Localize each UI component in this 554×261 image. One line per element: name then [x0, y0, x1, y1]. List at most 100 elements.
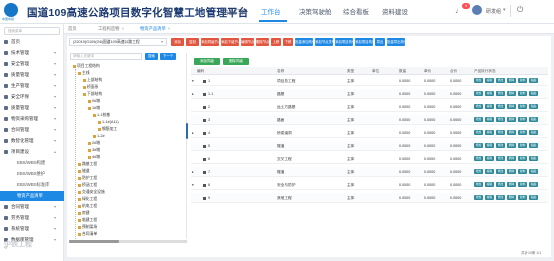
row-action-button[interactable]: 复制: [518, 117, 527, 122]
tree-node[interactable]: 房建: [78, 211, 90, 216]
sidebar-item-home[interactable]: 首页: [0, 37, 64, 47]
sidebar-item-material[interactable]: 物资采购管理 ▾: [0, 114, 64, 124]
row-action-button[interactable]: 删除: [507, 104, 516, 109]
pagination[interactable]: 共计10条 1/1: [521, 251, 541, 256]
row-action-button[interactable]: 修改: [496, 156, 505, 161]
row-action-button[interactable]: 修改: [496, 195, 505, 200]
row-action-button[interactable]: 修改: [496, 117, 505, 122]
row-action-button[interactable]: 粘贴: [529, 78, 538, 83]
tree-node[interactable]: 主线: [78, 71, 90, 76]
expand-toggle-icon[interactable]: ▸: [192, 91, 194, 97]
row-action-button[interactable]: 修改: [496, 169, 505, 174]
row-action-button[interactable]: 增加: [474, 182, 483, 187]
row-action-button[interactable]: 粘贴: [529, 169, 538, 174]
sidebar-item-contract2[interactable]: 合同管理 ▾: [0, 202, 64, 212]
row-action-button[interactable]: 增加: [474, 130, 483, 135]
row-action-button[interactable]: 编辑: [485, 143, 494, 148]
tree-node[interactable]: 隧道: [78, 169, 90, 174]
table-row[interactable]: 6 交叉工程 主体 0.0000 0.0000 0.0000 增加 编辑 修改 删除 复制 粘贴: [191, 154, 548, 164]
row-action-button[interactable]: 复制: [518, 130, 527, 135]
toolbar-button-1[interactable]: 复制: [186, 38, 199, 46]
tree-next-button[interactable]: 下一个: [160, 53, 176, 60]
sidebar-item-digital[interactable]: 数智化管理 ▾: [0, 136, 64, 146]
sidebar-item-quality[interactable]: 质量管理 ▾: [0, 70, 64, 80]
row-action-button[interactable]: 删除: [507, 78, 516, 83]
table-row[interactable]: ▸ 1.1 路基 主体 0.0000 0.0000 0.0000 增加 编辑 修改 删除 复制 粘贴: [191, 89, 548, 99]
row-action-button[interactable]: 删除: [507, 143, 516, 148]
toolbar-button-6[interactable]: 上移: [271, 38, 281, 46]
tree-node[interactable]: 3#墩: [88, 148, 100, 153]
sidebar-item-safety[interactable]: 安全管理 ▾: [0, 59, 64, 69]
row-action-button[interactable]: 增加: [474, 143, 483, 148]
toolbar-button-11[interactable]: 添加项目构件: [355, 38, 375, 46]
row-action-button[interactable]: 粘贴: [529, 156, 538, 161]
row-action-button[interactable]: 修改: [496, 104, 505, 109]
column-header[interactable]: 单价: [424, 68, 431, 74]
delete-sibling-button[interactable]: 删除同级: [223, 58, 249, 65]
row-action-button[interactable]: 复制: [518, 104, 527, 109]
row-action-button[interactable]: 增加: [474, 169, 483, 174]
tree-node[interactable]: 1-1桩基: [93, 113, 110, 118]
row-action-button[interactable]: 粘贴: [529, 143, 538, 148]
chevron-down-icon[interactable]: ▾: [503, 7, 506, 13]
row-action-button[interactable]: 修改: [496, 143, 505, 148]
row-action-button[interactable]: 删除: [507, 156, 516, 161]
row-action-button[interactable]: 编辑: [485, 195, 494, 200]
tree-node[interactable]: 合同清单: [78, 232, 97, 237]
power-icon[interactable]: ⏻: [517, 5, 523, 15]
row-action-button[interactable]: 删除: [507, 117, 516, 122]
table-row[interactable]: 5 隧道 主体 0.0000 0.0000 0.0000 增加 编辑 修改 删除 复制 粘贴: [191, 141, 548, 151]
project-select[interactable]: (22019)G109(G6)国道109高速公路工程: [69, 38, 167, 46]
panel-splitter-handle[interactable]: [186, 123, 188, 139]
tree-node[interactable]: 桥面系: [83, 85, 98, 90]
sidebar-item-labor[interactable]: 劳务管理 ▾: [0, 213, 64, 223]
row-action-button[interactable]: 粘贴: [529, 130, 538, 135]
toolbar-button-7[interactable]: 下移: [283, 38, 293, 46]
toolbar-button-10[interactable]: 添加项目构件: [335, 38, 355, 46]
row-action-button[interactable]: 增加: [474, 78, 483, 83]
nav-data-build[interactable]: 资料建设: [382, 6, 408, 16]
row-action-button[interactable]: 粘贴: [529, 117, 538, 122]
expand-toggle-icon[interactable]: ▾: [192, 78, 194, 84]
nav-cockpit[interactable]: 决策驾驶舱: [299, 6, 332, 16]
toolbar-button-4[interactable]: 编辑节点: [241, 38, 255, 46]
toolbar-button-2[interactable]: 添加同级节点: [201, 38, 221, 46]
row-action-button[interactable]: 增加: [474, 195, 483, 200]
tree-node[interactable]: 1#墩: [88, 106, 100, 111]
chevron-down-icon[interactable]: ▾: [161, 39, 163, 44]
row-action-button[interactable]: 增加: [474, 104, 483, 109]
column-header[interactable]: 单位: [372, 68, 379, 74]
tree-node[interactable]: 临建工程: [78, 218, 97, 223]
row-action-button[interactable]: 复制: [518, 182, 527, 187]
column-header[interactable]: 合价: [450, 68, 457, 74]
tree-node[interactable]: 预制梁场: [78, 225, 97, 230]
row-action-button[interactable]: 粘贴: [529, 104, 538, 109]
row-action-button[interactable]: 复制: [518, 91, 527, 96]
column-header[interactable]: 数量: [399, 68, 406, 74]
row-action-button[interactable]: 编辑: [485, 78, 494, 83]
tree-node[interactable]: 下部结构: [83, 92, 102, 97]
table-row[interactable]: 2 运土方路基 主体 0.0000 0.0000 0.0000 增加 编辑 修改 删除 复制 粘贴: [191, 102, 548, 112]
toolbar-button-13[interactable]: 批量导出构件: [387, 38, 407, 46]
toolbar-button-5[interactable]: 删除节点: [256, 38, 270, 46]
add-sibling-button[interactable]: 添加同级: [194, 58, 220, 65]
toolbar-button-8[interactable]: 批量添加构件: [295, 38, 315, 46]
column-header[interactable]: 类型: [347, 68, 354, 74]
sidebar-item-production[interactable]: 生产管理 ▾: [0, 81, 64, 91]
row-action-button[interactable]: 复制: [518, 143, 527, 148]
row-action-button[interactable]: 复制: [518, 169, 527, 174]
row-action-button[interactable]: 复制: [518, 195, 527, 200]
avatar[interactable]: [472, 5, 482, 15]
row-action-button[interactable]: 删除: [507, 169, 516, 174]
tab-structure[interactable]: 工程构造物 ×: [98, 25, 124, 33]
tree-node[interactable]: 防护工程: [78, 176, 97, 181]
sidebar-subitem-product-list[interactable]: 物资产品清单: [0, 191, 64, 201]
tab-home[interactable]: 首页: [68, 25, 77, 33]
column-header[interactable]: 编码: [197, 68, 204, 74]
sidebar-search-input[interactable]: 搜索菜单: [4, 27, 60, 35]
row-action-button[interactable]: 删除: [507, 130, 516, 135]
tree-search-button[interactable]: 搜索: [145, 53, 158, 60]
row-action-button[interactable]: 删除: [507, 91, 516, 96]
tree-node[interactable]: 2#墩: [88, 141, 100, 146]
tree-node[interactable]: 上部结构: [83, 78, 102, 83]
